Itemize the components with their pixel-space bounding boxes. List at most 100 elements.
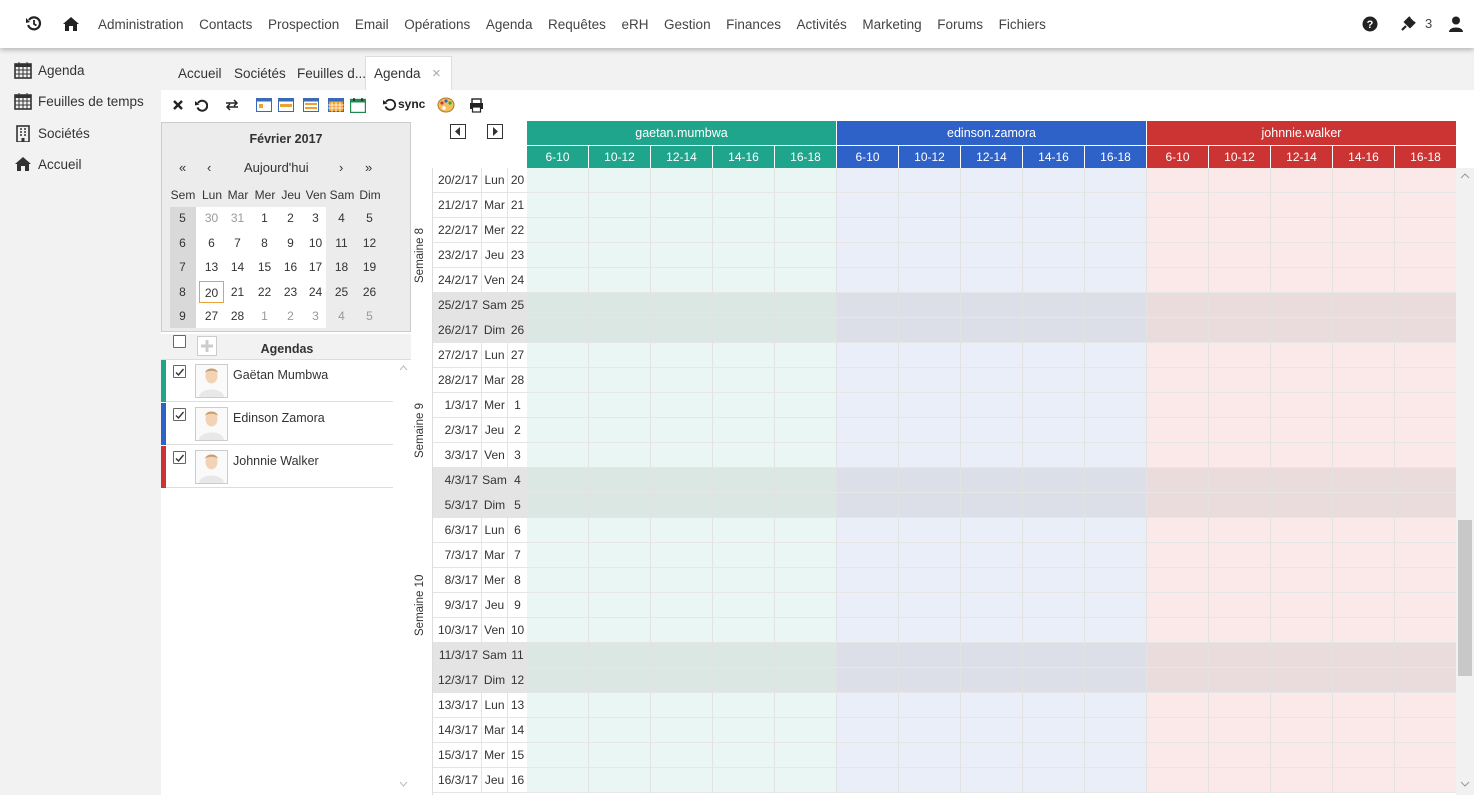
- time-slot-cell[interactable]: [961, 268, 1023, 293]
- calendar-today-button[interactable]: Aujourd'hui: [244, 160, 309, 175]
- time-slot-cell[interactable]: [589, 493, 651, 518]
- time-slot-cell[interactable]: [1395, 318, 1456, 343]
- menu-item[interactable]: Agenda: [486, 17, 533, 32]
- time-slot-cell[interactable]: [1147, 518, 1209, 543]
- calendar-day[interactable]: 10: [303, 232, 328, 254]
- calendar-day[interactable]: 4: [329, 207, 354, 229]
- time-slot-cell[interactable]: [1209, 393, 1271, 418]
- calendar-day[interactable]: 12: [357, 232, 382, 254]
- time-slot-cell[interactable]: [527, 518, 589, 543]
- time-slot-cell[interactable]: [1209, 743, 1271, 768]
- time-slot-cell[interactable]: [1333, 518, 1395, 543]
- time-slot-cell[interactable]: [1023, 218, 1085, 243]
- time-slot-cell[interactable]: [1023, 193, 1085, 218]
- time-slot-cell[interactable]: [1209, 418, 1271, 443]
- time-slot-cell[interactable]: [1395, 293, 1456, 318]
- time-slot-cell[interactable]: [527, 543, 589, 568]
- history-icon[interactable]: [23, 13, 45, 35]
- time-slot-cell[interactable]: [713, 768, 775, 793]
- time-slot-cell[interactable]: [1023, 318, 1085, 343]
- calendar-day[interactable]: 31: [225, 207, 250, 229]
- time-slot-cell[interactable]: [1395, 418, 1456, 443]
- time-slot-cell[interactable]: [1271, 293, 1333, 318]
- menu-item[interactable]: Administration: [98, 17, 184, 32]
- time-slot-cell[interactable]: [961, 618, 1023, 643]
- time-slot-cell[interactable]: [713, 568, 775, 593]
- time-slot-cell[interactable]: [775, 493, 837, 518]
- menu-item[interactable]: Prospection: [268, 17, 339, 32]
- time-slot-cell[interactable]: [1271, 243, 1333, 268]
- agenda-checkbox[interactable]: [173, 365, 186, 378]
- time-slot-cell[interactable]: [961, 768, 1023, 793]
- time-slot-cell[interactable]: [1209, 643, 1271, 668]
- menu-item[interactable]: Email: [355, 17, 389, 32]
- time-slot-cell[interactable]: [1333, 718, 1395, 743]
- menu-item[interactable]: Forums: [937, 17, 983, 32]
- time-slot-cell[interactable]: [713, 618, 775, 643]
- time-slot-cell[interactable]: [899, 518, 961, 543]
- time-slot-cell[interactable]: [1395, 443, 1456, 468]
- sidebar-item-companies[interactable]: Sociétés: [14, 121, 90, 145]
- agenda-row[interactable]: Johnnie Walker: [161, 446, 393, 488]
- time-slot-cell[interactable]: [961, 443, 1023, 468]
- time-slot-cell[interactable]: [1271, 743, 1333, 768]
- time-slot-cell[interactable]: [713, 443, 775, 468]
- time-slot-cell[interactable]: [527, 343, 589, 368]
- time-slot-cell[interactable]: [1209, 218, 1271, 243]
- time-slot-cell[interactable]: [651, 393, 713, 418]
- time-slot-cell[interactable]: [1395, 693, 1456, 718]
- time-slot-cell[interactable]: [899, 618, 961, 643]
- time-slot-cell[interactable]: [1209, 593, 1271, 618]
- time-slot-cell[interactable]: [1147, 168, 1209, 193]
- time-slot-cell[interactable]: [961, 718, 1023, 743]
- time-slot-cell[interactable]: [899, 693, 961, 718]
- time-slot-cell[interactable]: [589, 393, 651, 418]
- time-slot-cell[interactable]: [527, 693, 589, 718]
- time-slot-cell[interactable]: [1333, 768, 1395, 793]
- time-slot-cell[interactable]: [1085, 643, 1147, 668]
- calendar-prev-button[interactable]: ‹: [207, 160, 211, 175]
- time-slot-cell[interactable]: [1023, 368, 1085, 393]
- print-icon[interactable]: [467, 96, 485, 114]
- time-slot-cell[interactable]: [775, 268, 837, 293]
- time-slot-cell[interactable]: [837, 568, 899, 593]
- time-slot-cell[interactable]: [1271, 168, 1333, 193]
- time-slot-cell[interactable]: [651, 343, 713, 368]
- time-slot-cell[interactable]: [837, 743, 899, 768]
- menu-item[interactable]: Finances: [726, 17, 781, 32]
- time-slot-cell[interactable]: [713, 718, 775, 743]
- time-slot-cell[interactable]: [1023, 243, 1085, 268]
- time-slot-cell[interactable]: [651, 568, 713, 593]
- time-slot-cell[interactable]: [961, 243, 1023, 268]
- time-slot-cell[interactable]: [899, 418, 961, 443]
- time-slot-cell[interactable]: [527, 293, 589, 318]
- time-slot-cell[interactable]: [961, 743, 1023, 768]
- time-slot-cell[interactable]: [713, 493, 775, 518]
- time-slot-cell[interactable]: [651, 318, 713, 343]
- time-slot-cell[interactable]: [713, 643, 775, 668]
- time-slot-cell[interactable]: [775, 593, 837, 618]
- user-column-header[interactable]: johnnie.walker: [1147, 121, 1457, 145]
- time-slot-cell[interactable]: [527, 268, 589, 293]
- time-slot-cell[interactable]: [1147, 243, 1209, 268]
- time-slot-cell[interactable]: [1333, 218, 1395, 243]
- time-slot-cell[interactable]: [713, 268, 775, 293]
- time-slot-cell[interactable]: [589, 668, 651, 693]
- time-slot-cell[interactable]: [527, 668, 589, 693]
- time-slot-cell[interactable]: [1147, 593, 1209, 618]
- time-slot-cell[interactable]: [775, 618, 837, 643]
- time-slot-cell[interactable]: [899, 243, 961, 268]
- time-slot-cell[interactable]: [527, 493, 589, 518]
- agendas-scrollbar[interactable]: [396, 364, 411, 795]
- time-slot-cell[interactable]: [1333, 393, 1395, 418]
- calendar-day[interactable]: 13: [199, 256, 224, 278]
- time-slot-cell[interactable]: [1147, 343, 1209, 368]
- time-slot-cell[interactable]: [1333, 468, 1395, 493]
- time-slot-cell[interactable]: [1085, 418, 1147, 443]
- calendar-day[interactable]: 20: [199, 280, 224, 303]
- time-slot-cell[interactable]: [589, 618, 651, 643]
- time-slot-cell[interactable]: [1271, 268, 1333, 293]
- time-slot-cell[interactable]: [527, 318, 589, 343]
- planning-view-icon[interactable]: [349, 96, 367, 114]
- time-slot-cell[interactable]: [837, 168, 899, 193]
